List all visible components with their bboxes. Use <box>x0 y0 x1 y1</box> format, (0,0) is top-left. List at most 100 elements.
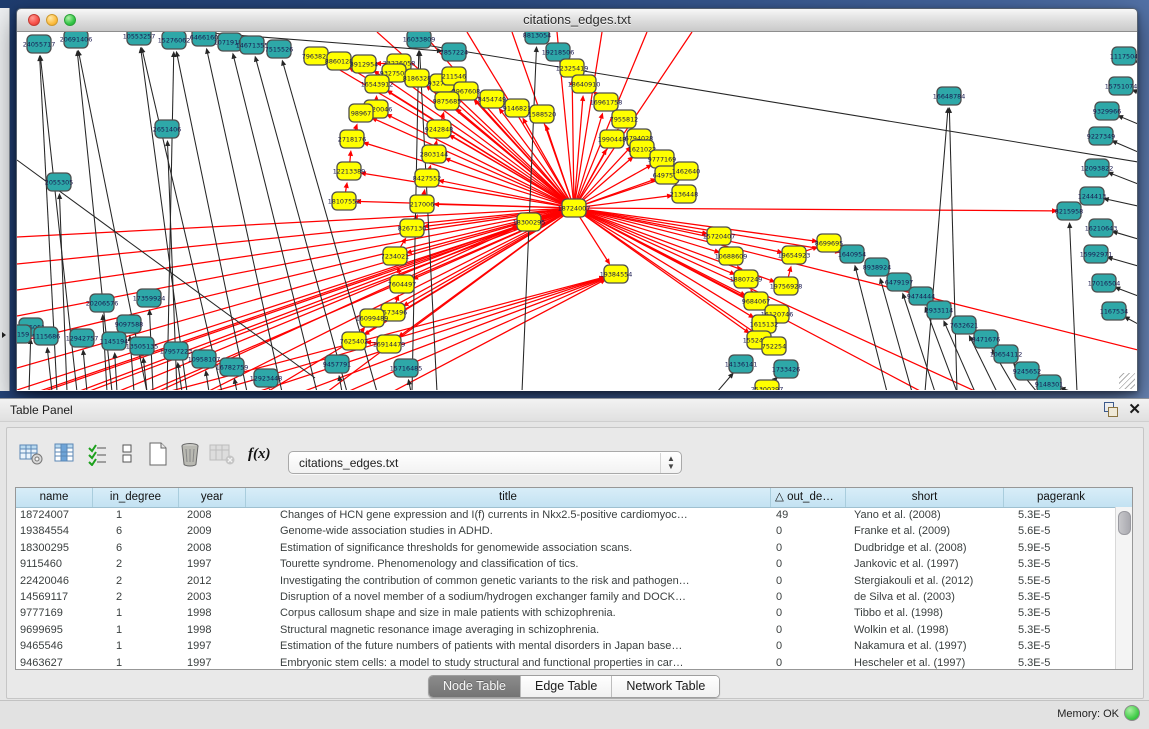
splitter-collapse-icon[interactable] <box>2 332 6 338</box>
left-splitter[interactable] <box>0 8 10 391</box>
graph-node[interactable]: 14671355 <box>236 36 269 54</box>
graph-node[interactable]: 18107552 <box>328 192 361 210</box>
column-header-short[interactable]: short <box>846 488 1004 507</box>
network-window-titlebar[interactable]: citations_edges.txt <box>17 9 1137 32</box>
graph-node[interactable]: 15276062 <box>158 32 191 49</box>
float-panel-icon[interactable] <box>1103 402 1118 417</box>
graph-node[interactable]: 7625402 <box>340 332 368 350</box>
tab-network-table[interactable]: Network Table <box>612 676 719 697</box>
graph-node[interactable]: 16210643 <box>1085 219 1118 237</box>
graph-node[interactable]: 1733426 <box>772 360 800 378</box>
graph-node[interactable]: 18640910 <box>568 75 601 93</box>
graph-node[interactable]: 15720407 <box>703 227 736 245</box>
graph-node[interactable]: 24055717 <box>23 35 56 53</box>
graph-node[interactable]: 16543912 <box>361 75 394 93</box>
function-builder-icon[interactable]: f(x) <box>248 446 271 463</box>
graph-node[interactable]: 12942757 <box>66 329 99 347</box>
graph-node[interactable]: 19654923 <box>778 246 811 264</box>
graph-node[interactable]: 2718176 <box>338 130 366 148</box>
select-columns-icon[interactable] <box>86 442 110 466</box>
graph-node[interactable]: 17016504 <box>1088 274 1121 292</box>
graph-node[interactable]: 15716485 <box>390 359 423 377</box>
graph-node[interactable]: 16099489 <box>356 309 389 327</box>
graph-node[interactable]: 7632621 <box>950 316 978 334</box>
graph-node[interactable]: 1115686 <box>32 327 60 345</box>
column-header-pagerank[interactable]: pagerank <box>1004 488 1118 507</box>
graph-node[interactable]: 9245652 <box>1013 362 1041 380</box>
column-visibility-icon[interactable] <box>52 442 78 466</box>
column-header-year[interactable]: year <box>179 488 246 507</box>
graph-node[interactable]: 1462640 <box>672 162 700 180</box>
graph-node[interactable]: 1640954 <box>838 245 866 263</box>
graph-node[interactable]: 20691406 <box>60 32 93 48</box>
graph-node[interactable]: 12213389 <box>333 162 366 180</box>
graph-node[interactable]: 8813054 <box>523 32 551 44</box>
table-row[interactable]: 1872400712008Changes of HCN gene express… <box>16 507 1116 523</box>
graph-node[interactable]: 8215958 <box>1055 202 1083 220</box>
graph-node[interactable]: 2933114 <box>925 301 953 319</box>
table-vertical-scrollbar[interactable] <box>1115 507 1132 669</box>
graph-node[interactable]: 13505135 <box>126 337 159 355</box>
graph-node[interactable]: 1588520 <box>528 105 556 123</box>
graph-node[interactable]: 1145194 <box>100 332 128 350</box>
table-row[interactable]: 1938455462009Genome-wide association stu… <box>16 523 1116 539</box>
table-panel-header[interactable]: Table Panel ✕ <box>0 399 1149 422</box>
graph-node[interactable]: 217006 <box>410 195 434 213</box>
graph-node[interactable]: 10654112 <box>990 345 1023 363</box>
graph-node[interactable]: 39159 <box>17 325 31 343</box>
delete-trash-icon[interactable] <box>178 441 202 467</box>
graph-node[interactable]: 8938924 <box>863 258 891 276</box>
table-row[interactable]: 969969511998Structural magnetic resonanc… <box>16 622 1116 638</box>
table-row[interactable]: 946362711997Embryonic stem cells: a mode… <box>16 655 1116 669</box>
graph-node[interactable]: 16782759 <box>216 358 249 376</box>
table-row[interactable]: 977716911998Corpus callosum shape and si… <box>16 605 1116 621</box>
graph-node[interactable]: 8267130 <box>398 219 426 237</box>
graph-node[interactable]: 9457791 <box>323 355 351 373</box>
graph-node[interactable]: 10688609 <box>715 247 748 265</box>
graph-node[interactable]: 14136141 <box>725 355 758 373</box>
column-header-name[interactable]: name <box>16 488 93 507</box>
graph-node[interactable]: 12325419 <box>556 59 589 77</box>
graph-node[interactable]: 1615132 <box>750 315 778 333</box>
graph-node[interactable]: 2803144 <box>420 145 448 163</box>
graph-node[interactable]: 1990448 <box>598 130 626 148</box>
graph-node[interactable]: 16914479 <box>373 335 406 353</box>
graph-node[interactable]: 18300295 <box>513 213 546 231</box>
graph-node[interactable]: 9777169 <box>648 150 676 168</box>
graph-node[interactable]: 98967 <box>349 104 373 122</box>
graph-node[interactable]: 25300297 <box>751 380 784 390</box>
graph-node[interactable]: 8912954 <box>350 55 378 73</box>
graph-node[interactable]: 9148301 <box>1035 375 1063 390</box>
graph-node[interactable]: 7955812 <box>610 110 638 128</box>
column-header-in-degree[interactable]: in_degree <box>93 488 179 507</box>
graph-node[interactable]: 7515526 <box>265 40 293 58</box>
network-canvas[interactable]: 2405571720691406105532571527606264661601… <box>17 32 1137 391</box>
graph-node[interactable]: 16648784 <box>933 87 966 105</box>
graph-node[interactable]: 1167534 <box>1100 302 1128 320</box>
graph-node[interactable]: 8699695 <box>815 234 843 252</box>
graph-node[interactable]: 16961758 <box>590 93 623 111</box>
graph-node[interactable]: 7604497 <box>388 275 416 293</box>
graph-node[interactable]: 20206576 <box>86 294 119 312</box>
graph-node[interactable]: 7234021 <box>381 247 409 265</box>
graph-node[interactable]: 8427552 <box>413 169 441 187</box>
graph-node[interactable]: 18807249 <box>730 270 763 288</box>
table-row[interactable]: 2242004622012Investigating the contribut… <box>16 573 1116 589</box>
new-table-icon[interactable] <box>146 441 170 467</box>
scrollbar-thumb[interactable] <box>1118 511 1131 535</box>
table-source-select[interactable]: citations_edges.txt ▲▼ <box>288 451 682 474</box>
graph-node[interactable]: 2651406 <box>153 120 181 138</box>
import-table-disabled-icon[interactable] <box>208 442 236 466</box>
table-row[interactable]: 1456911722003Disruption of a novel membe… <box>16 589 1116 605</box>
table-row[interactable]: 946554611997Estimation of the future num… <box>16 638 1116 654</box>
graph-node[interactable]: 2136448 <box>670 185 698 203</box>
graph-node[interactable]: 12093822 <box>1081 159 1114 177</box>
graph-node[interactable]: 19756928 <box>770 277 803 295</box>
graph-node[interactable]: 12923448 <box>250 369 283 387</box>
graph-node[interactable]: 1117504 <box>1110 47 1137 65</box>
graph-node[interactable]: 9875685 <box>433 92 461 110</box>
row-height-icon[interactable] <box>120 442 134 466</box>
window-resize-grip[interactable] <box>1119 373 1135 389</box>
graph-node[interactable]: 15751074 <box>1105 77 1137 95</box>
graph-node[interactable]: 9097588 <box>115 315 143 333</box>
